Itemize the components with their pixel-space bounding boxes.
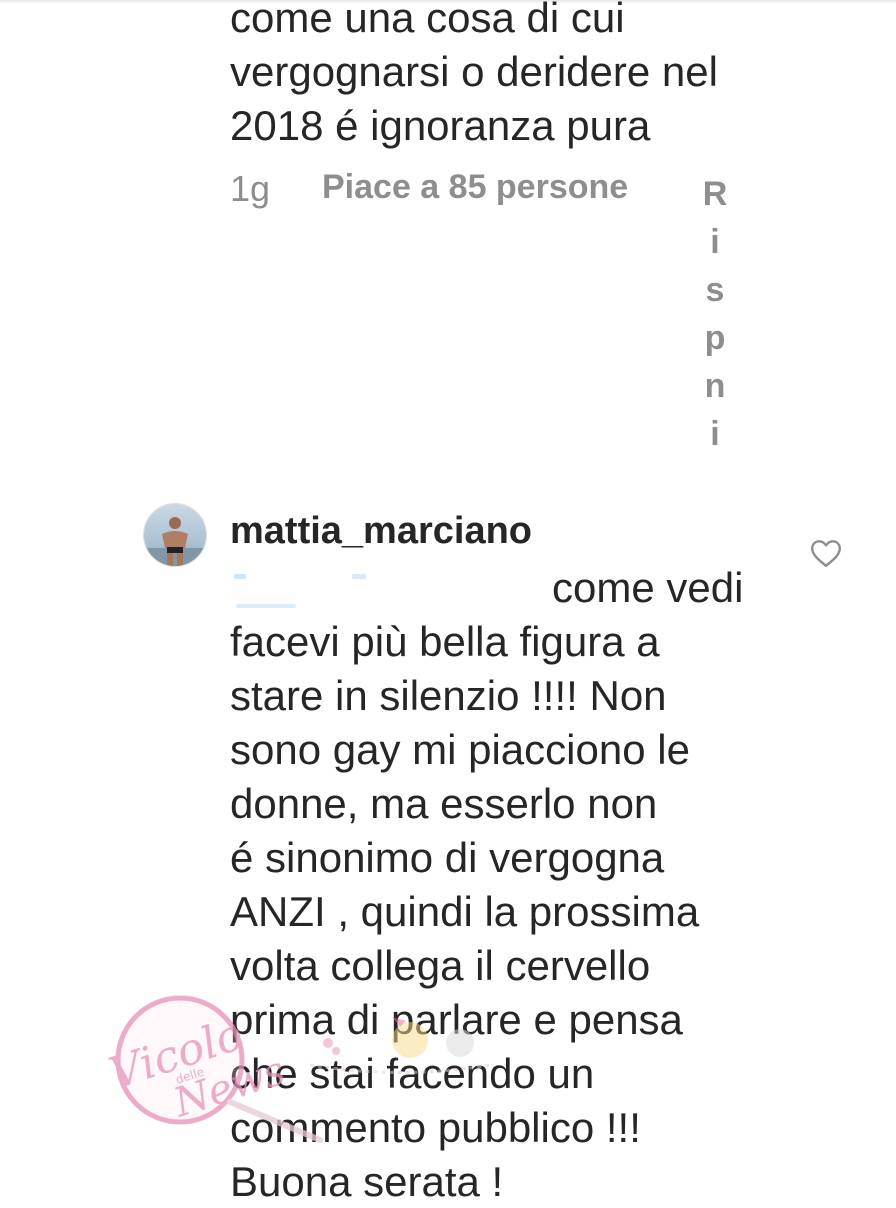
reply-letter: p [704, 319, 726, 357]
reply-letter: R [702, 175, 728, 213]
heart-outline-icon[interactable] [808, 535, 844, 571]
avatar-photo [144, 504, 206, 566]
comment-timestamp: 1g [230, 168, 271, 209]
comment-text-line: volta collega il cervello [230, 942, 651, 989]
reply-letter: i [710, 415, 720, 453]
comment-text-line: facevi più bella figura a [230, 618, 660, 665]
previous-comment-line: come una cosa di cui [230, 0, 625, 41]
likes-count-link[interactable]: Piace a 85 persone [322, 168, 628, 207]
reply-letter: s [705, 271, 725, 309]
redacted-mention [234, 574, 366, 608]
comment-text-line: é sinonimo di vergogna [230, 834, 665, 881]
reply-letter: n [704, 367, 726, 405]
reply-letter: i [710, 223, 720, 261]
reply-button[interactable]: R i s p n i [700, 170, 730, 458]
watermark-logo: Vicolo delle News [104, 995, 323, 1143]
previous-comment-line: vergognarsi o deridere nel [230, 48, 718, 95]
comment-text-line: ANZI , quindi la prossima [230, 888, 700, 935]
comment-username[interactable]: mattia_marciano [230, 510, 532, 553]
comment-text-line: sono gay mi piacciono le [230, 726, 690, 773]
comment-text-line: stare in silenzio !!!! Non [230, 672, 667, 719]
comment-text-line: come vedi [552, 564, 744, 611]
comment-text-line: donne, ma esserlo non [230, 780, 658, 827]
comment-text-line: Buona serata ! [230, 1158, 504, 1205]
watermark-mascot [309, 1017, 491, 1074]
avatar[interactable] [143, 503, 207, 567]
previous-comment-line: 2018 é ignoranza pura [230, 102, 651, 149]
